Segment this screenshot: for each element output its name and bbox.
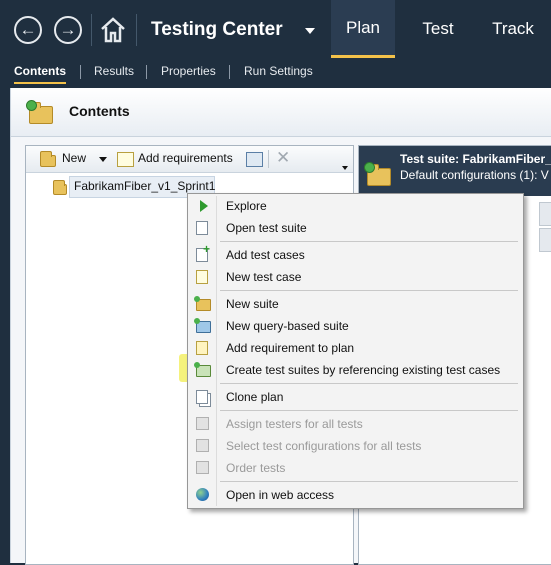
menu-item-add-requirement[interactable]: Add requirement to plan [190, 338, 521, 358]
home-icon[interactable] [100, 16, 126, 44]
menu-item-add-test-cases[interactable]: Add test cases [190, 242, 521, 265]
add-test-case-icon [196, 242, 210, 262]
menu-separator [220, 290, 518, 291]
menu-item-assign-testers: Assign testers for all tests [190, 414, 521, 434]
toolbar-divider [268, 150, 269, 168]
menu-item-label: New test case [226, 270, 302, 284]
subnav-divider [80, 65, 81, 79]
test-plan-icon [26, 100, 53, 124]
open-suite-icon [196, 221, 208, 235]
menu-item-label: New query-based suite [226, 319, 349, 333]
tab-track[interactable]: Track [482, 0, 544, 58]
subnav-divider [146, 65, 147, 79]
menu-separator [220, 241, 518, 242]
menu-separator [220, 383, 518, 384]
menu-item-label: Create test suites by referencing existi… [226, 363, 501, 377]
menu-item-label: Open in web access [226, 488, 335, 502]
plan-node-icon [53, 180, 67, 195]
menu-item-label: Clone plan [226, 390, 284, 404]
title-dropdown-icon[interactable] [305, 28, 315, 34]
menu-item-create-suites-by-reference[interactable]: Create test suites by referencing existi… [190, 360, 521, 380]
clone-icon [196, 390, 208, 404]
configurations-icon [196, 439, 209, 452]
menu-item-label: Open test suite [226, 221, 307, 235]
menu-item-label: Add requirement to plan [226, 341, 355, 355]
menu-item-clone-plan[interactable]: Clone plan [190, 387, 521, 407]
menu-item-label: Order tests [226, 461, 286, 475]
menu-item-open-test-suite[interactable]: Open test suite [190, 218, 521, 238]
nav-divider [91, 14, 92, 46]
order-tests-icon [196, 461, 209, 474]
tab-plan[interactable]: Plan [331, 0, 395, 58]
contents-header: Contents [11, 88, 551, 137]
back-arrow-icon[interactable]: ← [14, 16, 42, 44]
menu-item-open-web-access[interactable]: Open in web access [190, 485, 521, 505]
menu-item-select-configurations: Select test configurations for all tests [190, 436, 521, 456]
menu-item-label: Add test cases [226, 248, 305, 262]
play-icon [200, 200, 208, 212]
add-requirements-button[interactable]: Add requirements [138, 151, 233, 165]
subnav-divider [229, 65, 230, 79]
delete-icon[interactable]: ✕ [276, 148, 290, 168]
tree-toolbar: New Add requirements ✕ [26, 146, 353, 173]
sub-navigation: Contents Results Properties Run Settings [0, 58, 551, 86]
suite-toolbar-fragment [539, 228, 551, 252]
suite-icon [194, 296, 211, 311]
tree-node-label: FabrikamFiber_v1_Sprint1 [74, 179, 216, 193]
menu-item-new-test-case[interactable]: New test case [190, 267, 521, 287]
suite-icon [364, 162, 391, 186]
menu-separator [220, 481, 518, 482]
menu-item-label: Select test configurations for all tests [226, 439, 422, 453]
subnav-contents[interactable]: Contents [14, 64, 66, 84]
suite-toolbar-fragment [539, 202, 551, 226]
menu-item-label: New suite [226, 297, 279, 311]
globe-icon [196, 488, 209, 501]
top-bar: ← → Testing Center Plan Test Track [0, 0, 551, 58]
subnav-properties[interactable]: Properties [161, 64, 216, 78]
reference-suite-icon[interactable] [246, 152, 263, 167]
subnav-results[interactable]: Results [94, 64, 134, 78]
tab-test[interactable]: Test [407, 0, 469, 58]
reference-suite-icon [194, 362, 211, 377]
subnav-run-settings[interactable]: Run Settings [244, 64, 313, 78]
suite-title: Test suite: FabrikamFiber_v [400, 152, 551, 166]
assign-testers-icon [196, 417, 209, 430]
query-suite-icon [194, 318, 211, 333]
menu-item-order-tests: Order tests [190, 458, 521, 478]
app-title: Testing Center [151, 19, 283, 40]
new-dropdown-icon[interactable] [99, 157, 107, 162]
suite-header: Test suite: FabrikamFiber_v Default conf… [359, 146, 551, 196]
page-title: Contents [69, 103, 130, 119]
nav-divider [136, 14, 137, 46]
menu-item-new-query-based-suite[interactable]: New query-based suite [190, 316, 521, 336]
new-test-case-icon [196, 270, 208, 284]
suite-configurations: Default configurations (1): V [400, 168, 549, 182]
new-button[interactable]: New [62, 151, 86, 165]
new-suite-icon [40, 151, 56, 167]
forward-arrow-icon[interactable]: → [54, 16, 82, 44]
requirement-icon [196, 341, 208, 355]
add-requirements-icon [117, 152, 134, 167]
menu-item-label: Explore [226, 199, 267, 213]
menu-item-explore[interactable]: Explore [190, 196, 521, 216]
menu-item-label: Assign testers for all tests [226, 417, 363, 431]
context-menu: Explore Open test suite Add test cases N… [187, 193, 524, 509]
toolbar-overflow-icon[interactable] [342, 166, 348, 170]
menu-item-new-suite[interactable]: New suite [190, 294, 521, 314]
menu-separator [220, 410, 518, 411]
